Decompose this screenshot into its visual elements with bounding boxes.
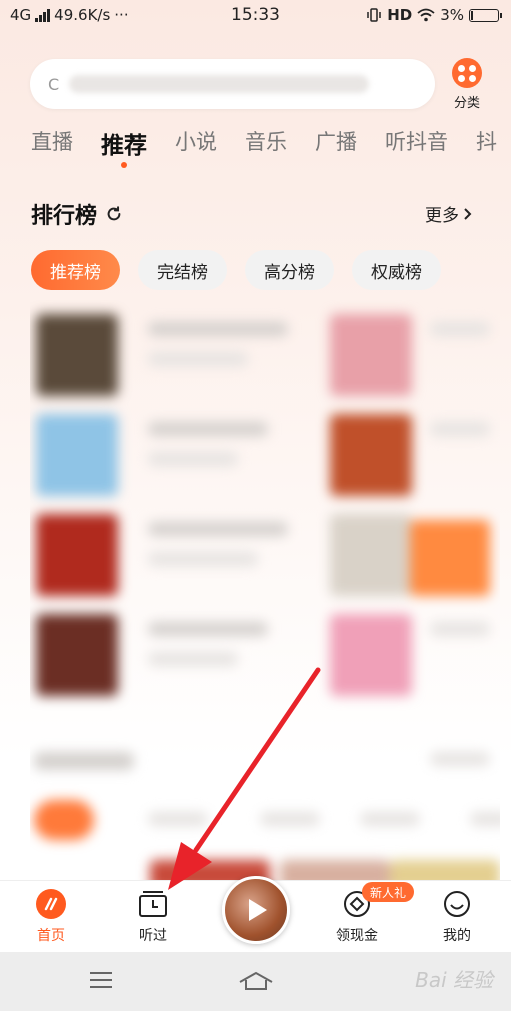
list-item-cover[interactable] [410,520,490,596]
battery-icon [469,8,502,22]
tab-novel[interactable]: 小说 [175,126,217,166]
play-icon [249,899,267,921]
list-item-line [148,812,208,826]
refresh-icon[interactable] [105,205,123,223]
nav-history[interactable]: 听过 [137,889,169,945]
status-right: HD 3% [366,6,502,24]
list-item-line [360,812,420,826]
list-item-line [148,552,258,566]
vibrate-icon [367,8,381,22]
nav-home-label: 首页 [37,928,65,944]
nav-cash-label: 领现金 [336,928,378,944]
more-indicator: ··· [114,6,129,24]
home-icon [36,889,66,919]
list-item-line [148,652,238,666]
network-speed: 49.6K/s [54,6,111,24]
clock: 15:33 [231,5,280,25]
nav-history-label: 听过 [139,928,167,944]
list-item-line [148,422,268,436]
mini-player-button[interactable] [222,876,290,944]
status-left: 4G 49.6K/s ··· [10,6,129,24]
list-item-line [260,812,320,826]
chip-top-rated[interactable]: 高分榜 [245,250,334,290]
nav-mine[interactable]: 我的 [442,889,472,945]
list-item-line [148,522,288,536]
category-icon [452,58,482,88]
chip-authority[interactable]: 权威榜 [352,250,441,290]
nav-mine-label: 我的 [443,928,471,944]
menu-icon[interactable] [88,970,114,990]
category-label: 分类 [453,96,480,111]
category-button[interactable]: 分类 [449,58,485,112]
list-item-cover[interactable] [330,614,412,696]
hd-indicator: HD [387,6,413,24]
list-item-cover[interactable] [36,614,118,696]
list-item-cover[interactable] [330,414,412,496]
search-placeholder: C [48,74,60,94]
more-label: 更多 [425,206,459,226]
list-item-cover[interactable] [280,860,390,880]
list-item-cover[interactable] [330,314,412,396]
list-item-cover[interactable] [36,414,118,496]
list-item-line [470,812,500,826]
chip-completed[interactable]: 完结榜 [138,250,227,290]
ranking-header: 排行榜 [31,198,123,230]
list-item-line [148,452,238,466]
battery-percent: 3% [440,6,464,24]
list-item-line [148,352,248,366]
tab-radio[interactable]: 广播 [315,126,357,166]
wifi-icon [417,8,435,22]
search-hint-blurred [69,75,370,93]
channel-tabs: 直播 推荐 小说 音乐 广播 听抖音 抖 [31,126,511,166]
chevron-right-icon [464,207,472,220]
tab-music[interactable]: 音乐 [245,126,287,166]
list-item-line [148,622,268,636]
status-bar: 4G 49.6K/s ··· 15:33 HD 3% [0,0,511,32]
list-item-line [430,422,490,436]
nav-home[interactable]: 首页 [36,889,66,945]
tab-douyin[interactable]: 听抖音 [385,126,448,166]
home-outline-icon[interactable] [238,970,274,992]
section-more-blurred [430,752,490,766]
list-item-cover[interactable] [390,860,500,880]
tab-recommend[interactable]: 推荐 [101,126,147,166]
profile-icon [444,891,470,917]
list-item-line [148,322,288,336]
ranking-list-blurred [30,300,500,880]
search-input[interactable]: C [30,59,435,109]
ranking-chips: 推荐榜 完结榜 高分榜 权威榜 [31,250,441,290]
system-nav-bar: Bai 经验 [0,952,511,1011]
new-user-badge: 新人礼 [362,882,415,902]
network-type: 4G [10,6,32,24]
tab-live[interactable]: 直播 [31,126,73,166]
chip-recommend[interactable]: 推荐榜 [31,250,120,290]
history-icon [139,891,167,917]
section-title-blurred [34,752,134,770]
list-item-cover[interactable] [34,800,94,840]
list-item-line [430,622,490,636]
list-item-cover[interactable] [36,514,118,596]
ranking-title: 排行榜 [31,204,98,229]
list-item-cover[interactable] [36,314,118,396]
list-item-line [430,322,490,336]
tab-partial[interactable]: 抖 [476,126,497,166]
watermark: Bai 经验 [415,968,493,992]
more-link[interactable]: 更多 [425,201,473,226]
signal-icon [35,8,51,22]
list-item-cover[interactable] [330,514,412,596]
